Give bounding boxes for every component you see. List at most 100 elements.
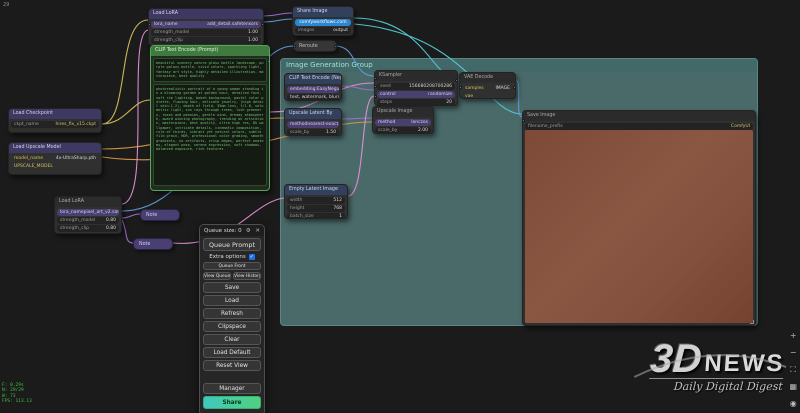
widget-row[interactable]: lora_namepixel_art_v2.safetensors (57, 209, 119, 216)
settings-icon[interactable]: ⚙ (246, 228, 251, 234)
node-save-image[interactable]: Save Image filename_prefixComfyUI (522, 110, 756, 326)
widget-row[interactable]: seed156680208700286 (377, 83, 455, 90)
refresh-button[interactable]: Refresh (203, 308, 261, 319)
node-note-1[interactable]: Note (140, 209, 180, 221)
widget-row[interactable]: height768 (287, 205, 345, 212)
menu-title-bar[interactable]: Queue size: 0 ⚙ ✕ (200, 225, 264, 236)
widget-label: ckpt_name (14, 121, 39, 128)
reset-view-button[interactable]: Reset View (203, 360, 261, 371)
widget-row[interactable]: comfyworkflows.com (295, 19, 351, 26)
port-dot[interactable] (522, 119, 525, 122)
save-button[interactable]: Save (203, 282, 261, 293)
clipspace-button[interactable]: Clipspace (203, 321, 261, 332)
port-dot[interactable] (374, 85, 377, 88)
load-button[interactable]: Load (203, 295, 261, 306)
zoom-in-icon[interactable]: + (790, 331, 797, 340)
node-clip-text-encode-negative[interactable]: CLIP Text Encode (Negative) embedding:Ea… (284, 73, 342, 101)
comfy-menu-panel[interactable]: Queue size: 0 ⚙ ✕ Queue Prompt Extra opt… (199, 224, 265, 413)
widget-row[interactable]: filename_prefixComfyUI (525, 123, 753, 130)
close-icon[interactable]: ✕ (255, 228, 260, 234)
widget-row[interactable]: samplesIMAGE (462, 85, 513, 92)
widget-label: scale_by (378, 127, 397, 134)
widget-label: model_name (14, 155, 43, 162)
prompt-text-secondary[interactable]: beautiful scenery nature glass bottle la… (153, 58, 267, 82)
queue-size-label: Queue size: 0 (204, 228, 242, 234)
widget-row[interactable]: methodnearest-exact (287, 121, 339, 128)
widget-row[interactable]: scale_by2.00 (375, 127, 431, 134)
node-load-checkpoint[interactable]: Load Checkpoint ckpt_namehires_fix_v15.c… (8, 108, 102, 133)
widget-row[interactable]: UPSCALE_MODEL (11, 163, 99, 170)
widget-value: 1.00 (248, 29, 258, 36)
widget-row[interactable]: steps20 (377, 99, 455, 106)
port-dot[interactable] (374, 95, 377, 98)
share-button[interactable]: Share (203, 396, 261, 409)
widget-row[interactable]: methodlanczos (375, 119, 431, 126)
widget-row[interactable]: ckpt_namehires_fix_v15.ckpt (11, 121, 99, 128)
widget-row[interactable]: vae (462, 93, 513, 99)
widget-value: 0.80 (106, 217, 116, 224)
widget-label: lora_name (60, 209, 84, 216)
port-dot[interactable] (459, 86, 462, 89)
prompt-text-main[interactable]: photorealistic portrait of a young woman… (153, 84, 267, 186)
node-upscale-latent-by[interactable]: Upscale Latent By methodnearest-exactsca… (284, 108, 342, 136)
widget-row[interactable]: width512 (287, 197, 345, 204)
widget-row[interactable]: scale_by1.50 (287, 129, 339, 136)
widget-row[interactable]: model_name4x-UltraSharp.pth (11, 155, 99, 162)
widget-label: control (380, 91, 396, 98)
node-clip-text-encode-prompt[interactable]: CLIP Text Encode (Prompt) beautiful scen… (150, 45, 270, 191)
widget-row[interactable]: text, watermark, blurry (287, 94, 339, 101)
widget-label: UPSCALE_MODEL (14, 163, 53, 170)
watermark-news: NEWS (703, 351, 785, 377)
port-dot[interactable] (293, 45, 296, 48)
manager-button[interactable]: Manager (203, 383, 261, 394)
widget-row[interactable]: embedding:EasyNegative (287, 86, 339, 93)
widget-label: lora_name (154, 21, 178, 28)
node-vae-decode[interactable]: VAE Decode samplesIMAGEvae (459, 72, 516, 99)
grid-icon[interactable]: ▦ (789, 382, 797, 391)
port-dot[interactable] (455, 79, 458, 82)
load-default-button[interactable]: Load Default (203, 347, 261, 358)
zoom-out-icon[interactable]: − (790, 348, 797, 357)
node-empty-latent-image[interactable]: Empty Latent Image width512height768batc… (284, 184, 348, 219)
port-dot[interactable] (334, 45, 337, 48)
node-upscale-image[interactable]: Upscale Image methodlanczosscale_by2.00 (372, 106, 434, 134)
widget-label: vae (465, 93, 473, 99)
node-load-lora-left[interactable]: Load LoRA lora_namepixel_art_v2.safetens… (54, 196, 122, 234)
node-canvas[interactable]: Image Generation Group Load LoRA lora_na… (0, 0, 800, 413)
port-dot[interactable] (267, 60, 270, 63)
watermark-3d: 3D (649, 341, 703, 377)
node-reroute[interactable]: Reroute (293, 40, 337, 52)
widget-row[interactable]: batch_size1 (287, 213, 345, 219)
port-dot[interactable] (513, 86, 516, 89)
queue-front-button[interactable]: Queue Front (203, 262, 261, 270)
port-dot[interactable] (148, 23, 151, 26)
node-title: Empty Latent Image (285, 185, 347, 195)
widget-value: 1.00 (248, 37, 258, 44)
extra-options-checkbox[interactable]: ✓ (249, 254, 255, 260)
widget-row[interactable]: imagesoutput (295, 27, 351, 34)
extra-options-row[interactable]: Extra options ✓ (200, 254, 264, 260)
view-queue-button[interactable]: View Queue (203, 272, 231, 280)
port-dot[interactable] (261, 23, 264, 26)
widget-row[interactable]: strength_clip1.00 (151, 37, 261, 44)
node-share-image[interactable]: Share Image comfyworkflows.comimagesoutp… (292, 6, 354, 36)
node-note-2[interactable]: Note (133, 238, 173, 250)
widget-row[interactable]: lora_nameadd_detail.safetensors (151, 21, 261, 28)
queue-prompt-button[interactable]: Queue Prompt (203, 238, 261, 251)
view-history-button[interactable]: View History (233, 272, 261, 280)
widget-row[interactable]: controlrandomize (377, 91, 455, 98)
node-load-lora-top[interactable]: Load LoRA lora_nameadd_detail.safetensor… (148, 8, 264, 46)
watermark-swoosh (628, 337, 792, 397)
record-icon[interactable]: ◉ (790, 399, 797, 408)
widget-row[interactable]: strength_model0.80 (57, 217, 119, 224)
widget-row[interactable]: strength_clip0.80 (57, 225, 119, 232)
widget-label: height (290, 205, 304, 212)
node-ksampler[interactable]: KSampler seed156680208700286controlrando… (374, 70, 458, 106)
node-load-upscale-model[interactable]: Load Upscale Model model_name4x-UltraSha… (8, 142, 102, 175)
resize-handle[interactable] (750, 320, 754, 324)
fit-view-icon[interactable]: ⛶ (790, 365, 796, 374)
port-dot[interactable] (374, 77, 377, 80)
clear-button[interactable]: Clear (203, 334, 261, 345)
widget-row[interactable]: strength_model1.00 (151, 29, 261, 36)
widget-label: method (290, 121, 307, 128)
